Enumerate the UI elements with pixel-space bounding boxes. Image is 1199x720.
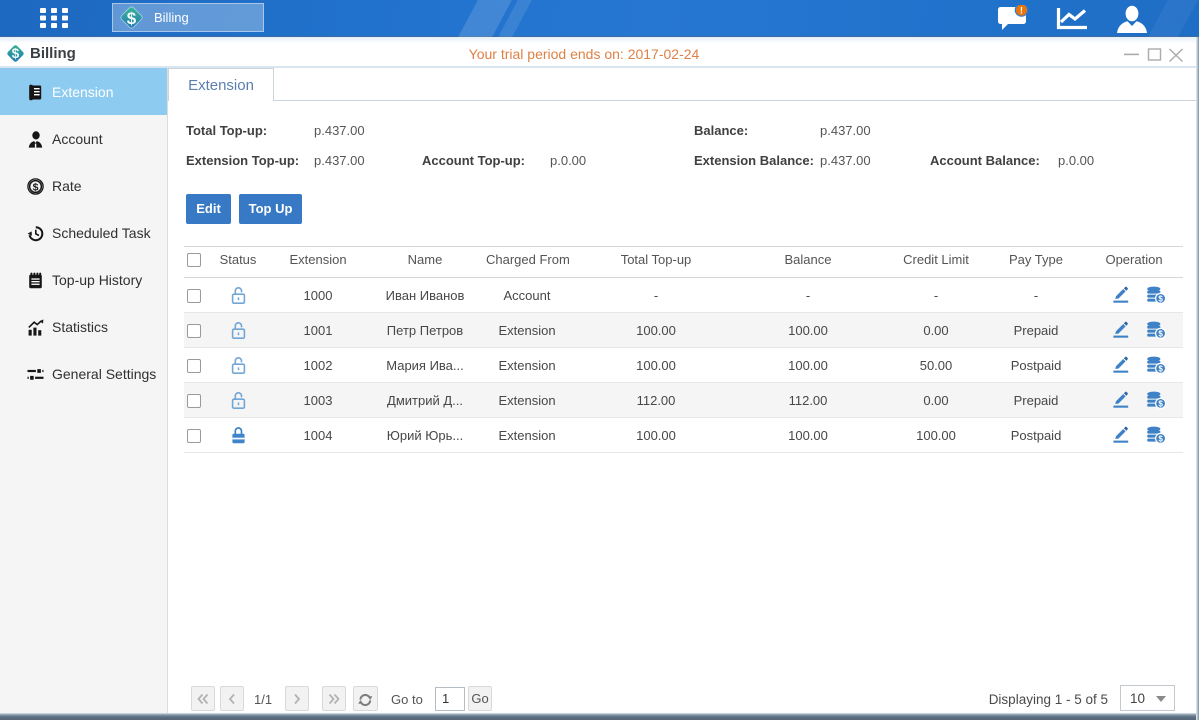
svg-text:$: $: [1158, 399, 1163, 408]
svg-text:$: $: [1158, 294, 1163, 303]
svg-text:$: $: [1158, 364, 1163, 373]
svg-text:$: $: [127, 9, 137, 28]
svg-text:$: $: [1158, 434, 1163, 443]
svg-text:$: $: [1158, 329, 1163, 338]
svg-text:$: $: [33, 181, 39, 193]
svg-text:!: !: [1020, 6, 1023, 17]
svg-text:$: $: [12, 46, 20, 61]
